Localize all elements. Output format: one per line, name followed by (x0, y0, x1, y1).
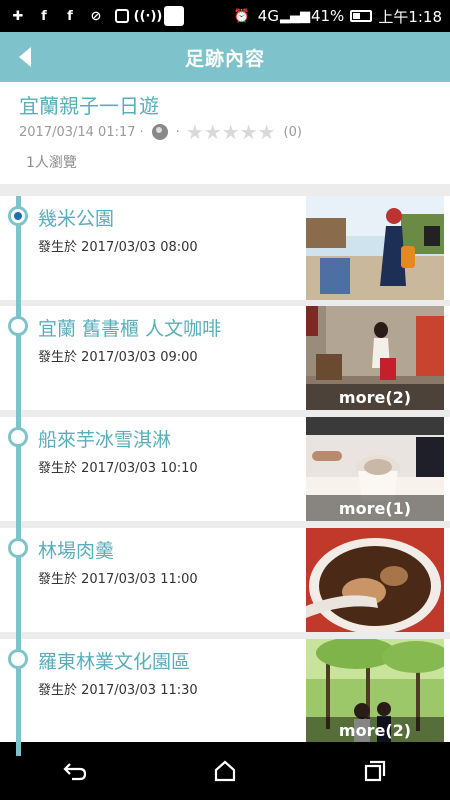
entry-time: 發生於 2017/03/03 11:00 (38, 572, 198, 587)
entry-title: 林場肉羹 (38, 540, 115, 562)
timeline-node (8, 538, 28, 558)
clock: 上午1:18 (378, 7, 442, 26)
battery-percent: 41% (310, 7, 345, 25)
more-photos-badge[interactable]: more(1) (306, 495, 444, 521)
star-icon[interactable]: ★ (240, 122, 258, 142)
more-photos-badge[interactable]: more(2) (306, 717, 444, 743)
meta-separator: · (139, 124, 144, 140)
star-icon[interactable]: ★ (186, 122, 204, 142)
screen-icon (112, 7, 132, 25)
timeline-entry[interactable]: 林場肉羹 發生於 2017/03/03 11:00 (0, 528, 450, 632)
entry-photo[interactable]: more(2) (306, 639, 444, 743)
battery-icon (350, 10, 373, 22)
entry-title: 宜蘭 舊書櫃 人文咖啡 (38, 318, 222, 340)
facebook-icon: f (67, 8, 73, 24)
back-icon (63, 763, 87, 781)
home-icon (214, 760, 236, 782)
star-icon[interactable]: ★ (204, 122, 222, 142)
entry-time: 發生於 2017/03/03 09:00 (38, 350, 198, 365)
more-photos-badge[interactable]: more(2) (306, 384, 444, 410)
timeline-entry[interactable]: 羅東林業文化園區 發生於 2017/03/03 11:30 more(2) (0, 639, 450, 743)
star-icon[interactable]: ★ (258, 122, 276, 142)
trip-header: 宜蘭親子一日遊 2017/03/14 01:17 · · ★ ★ ★ ★ ★ (… (0, 82, 450, 184)
timeline-node (8, 427, 28, 447)
timeline-entry[interactable]: 幾米公園 發生於 2017/03/03 08:00 (0, 196, 450, 300)
timeline-node (8, 316, 28, 336)
timeline-entry[interactable]: 宜蘭 舊書櫃 人文咖啡 發生於 2017/03/03 09:00 more(2) (0, 306, 450, 410)
nav-back-button[interactable] (55, 751, 95, 791)
timeline-line (16, 196, 21, 756)
timeline-entry[interactable]: 船來芋冰雪淇淋 發生於 2017/03/03 10:10 more(1) (0, 417, 450, 521)
meta-separator: · (175, 124, 180, 140)
rating-count: (0) (283, 124, 302, 140)
system-nav-bar (0, 742, 450, 800)
entry-photo[interactable]: more(2) (306, 306, 444, 410)
entry-time: 發生於 2017/03/03 11:30 (38, 683, 198, 698)
trip-meta: 2017/03/14 01:17 · · ★ ★ ★ ★ ★ (0) (19, 122, 302, 142)
timeline-node (8, 649, 28, 669)
star-icon[interactable]: ★ (222, 122, 240, 142)
entry-photo[interactable] (306, 528, 444, 632)
nav-home-button[interactable] (205, 751, 245, 791)
view-count: 1人瀏覽 (26, 155, 77, 171)
app-icon (164, 6, 184, 26)
nfc-icon: ((·)) (133, 8, 163, 24)
entry-time: 發生於 2017/03/03 10:10 (38, 461, 198, 476)
trip-date: 2017/03/14 01:17 (19, 124, 136, 140)
page-title: 足跡內容 (184, 47, 265, 70)
nav-recents-button[interactable] (355, 751, 395, 791)
alarm-icon: ⏰ (233, 8, 250, 24)
timeline-node-active (8, 206, 28, 226)
facebook-icon: f (41, 8, 47, 24)
entry-photo[interactable]: more(1) (306, 417, 444, 521)
entry-title: 船來芋冰雪淇淋 (38, 429, 172, 451)
network-type: 4G (257, 7, 279, 25)
rating-stars[interactable]: ★ ★ ★ ★ ★ (186, 122, 276, 142)
back-button[interactable] (10, 42, 40, 72)
battery-saver-icon: ⊘ (90, 8, 102, 24)
trip-title: 宜蘭親子一日遊 (19, 94, 159, 118)
entry-photo[interactable] (306, 196, 444, 300)
notification-icons: ✚ f f ⊘ ((·)) (8, 6, 184, 26)
back-arrow-icon (19, 47, 31, 67)
globe-icon (151, 124, 168, 140)
add-icon: ✚ (12, 8, 24, 24)
recents-icon (364, 760, 386, 782)
status-bar: ✚ f f ⊘ ((·)) ⏰ 4G ▂▄▆ 41% 上午1:18 (0, 0, 450, 32)
app-bar: 足跡內容 (0, 32, 450, 82)
entry-title: 羅東林業文化園區 (38, 651, 191, 673)
entry-title: 幾米公園 (38, 208, 115, 230)
entry-time: 發生於 2017/03/03 08:00 (38, 240, 198, 255)
signal-icon: ▂▄▆ (279, 8, 310, 24)
